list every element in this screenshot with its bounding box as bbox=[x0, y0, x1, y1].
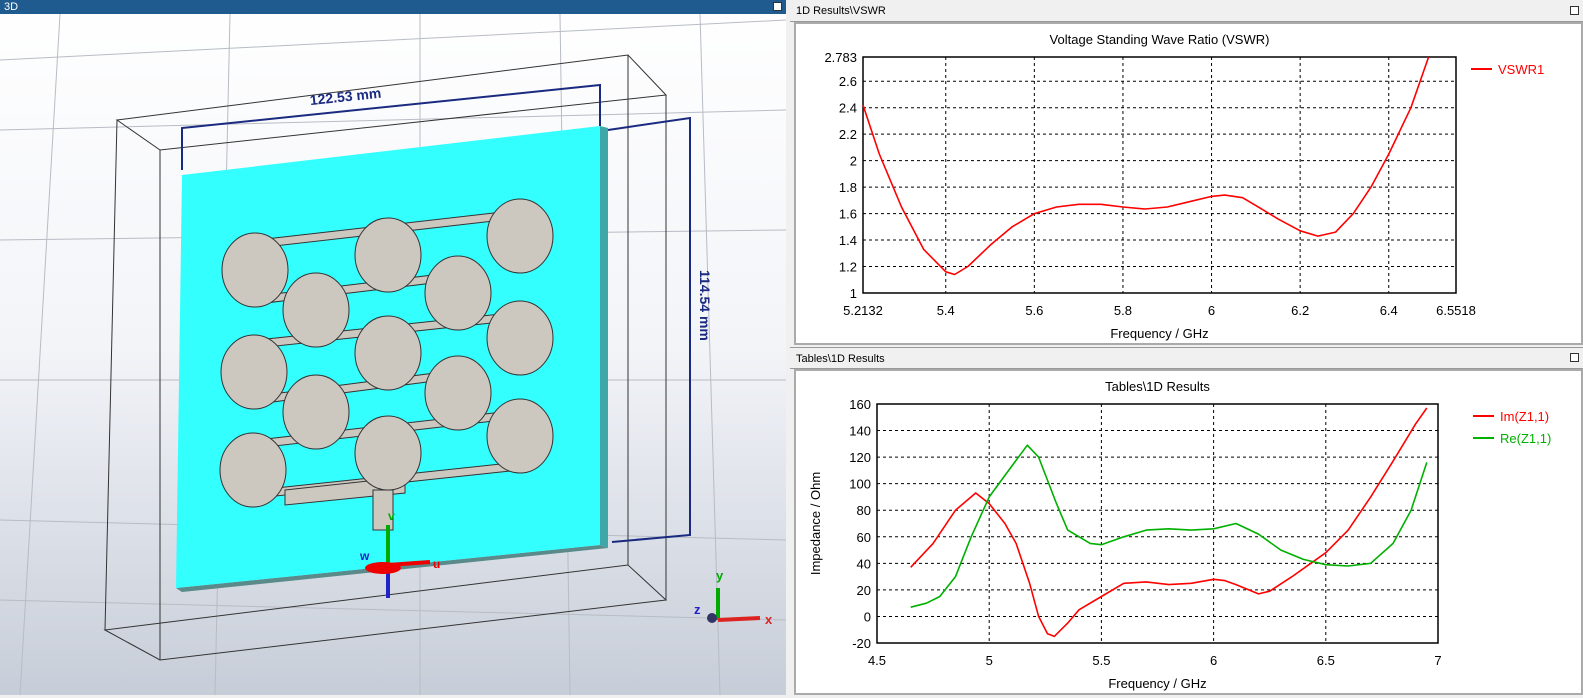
w-axis-label: w bbox=[359, 549, 370, 563]
x-tick-label: 5.8 bbox=[1114, 303, 1132, 318]
vswr-pane-title: 1D Results\VSWR bbox=[790, 0, 1583, 22]
u-axis-label: u bbox=[433, 557, 440, 571]
legend-label: Re(Z1,1) bbox=[1500, 431, 1551, 446]
y-tick-label: 0 bbox=[864, 609, 871, 624]
y-axis-title: Impedance / Ohm bbox=[808, 472, 823, 575]
impedance-plot-panel[interactable]: Tables\1D Results 4.5 5 5.5 6 6.5 7 -20 0 20 40 60 8… bbox=[794, 369, 1583, 695]
y-tick-label: 2.2 bbox=[839, 127, 857, 142]
y-tick-label: 2 bbox=[850, 154, 857, 169]
x-axis-title: Frequency / GHz bbox=[1108, 676, 1206, 691]
y-tick-label: 160 bbox=[849, 397, 871, 412]
x-tick-label: 5 bbox=[986, 653, 993, 668]
maximize-button[interactable] bbox=[773, 2, 782, 11]
substrate-side bbox=[600, 126, 608, 548]
3d-view[interactable]: 3D 122.53 mm 114.54 mm v u w y x z bbox=[0, 0, 786, 695]
y-tick-label: 2.4 bbox=[839, 101, 857, 116]
y-tick-label: 140 bbox=[849, 424, 871, 439]
x-tick-label: 6.4 bbox=[1380, 303, 1398, 318]
x-tick-label: 6.5518 bbox=[1436, 303, 1476, 318]
tables-pane-title: Tables\1D Results bbox=[790, 347, 1583, 369]
chart-title: Voltage Standing Wave Ratio (VSWR) bbox=[1050, 32, 1270, 47]
v-axis-label: v bbox=[388, 509, 395, 523]
y-axis-label: y bbox=[716, 568, 724, 583]
x-tick-label: 5.6 bbox=[1025, 303, 1043, 318]
y-tick-label: -20 bbox=[852, 636, 871, 651]
y-tick-label: 20 bbox=[857, 583, 871, 598]
y-tick-label: 2.6 bbox=[839, 74, 857, 89]
x-tick-label: 5.5 bbox=[1092, 653, 1110, 668]
y-tick-label: 120 bbox=[849, 450, 871, 465]
3d-pane-title: 3D bbox=[0, 0, 786, 14]
legend-label: VSWR1 bbox=[1498, 62, 1544, 77]
height-dimension-label: 114.54 mm bbox=[697, 270, 713, 341]
x-tick-label: 5.4 bbox=[937, 303, 955, 318]
x-axis-label: x bbox=[765, 612, 773, 627]
y-tick-label: 1 bbox=[850, 286, 857, 301]
x-tick-label: 5.2132 bbox=[843, 303, 883, 318]
plot-frame bbox=[876, 403, 1439, 644]
x-tick-label: 6 bbox=[1208, 303, 1215, 318]
x-tick-label: 6.2 bbox=[1291, 303, 1309, 318]
series-line-imz11 bbox=[910, 407, 1428, 638]
x-tick-label: 7 bbox=[1434, 653, 1441, 668]
legend-label: Im(Z1,1) bbox=[1500, 409, 1549, 424]
x-tick-label: 6.5 bbox=[1317, 653, 1335, 668]
y-tick-label: 40 bbox=[857, 556, 871, 571]
x-axis-title: Frequency / GHz bbox=[1110, 326, 1208, 341]
width-dimension-label: 122.53 mm bbox=[309, 85, 382, 108]
impedance-chart[interactable]: Tables\1D Results 4.5 5 5.5 6 6.5 7 -20 0 20 40 60 8… bbox=[796, 371, 1581, 693]
x-tick-label: 6 bbox=[1210, 653, 1217, 668]
y-tick-label: 60 bbox=[857, 530, 871, 545]
x-tick-label: 4.5 bbox=[868, 653, 886, 668]
y-tick-label: 1.4 bbox=[839, 233, 857, 248]
vswr-maximize-button[interactable] bbox=[1570, 6, 1579, 15]
chart-title: Tables\1D Results bbox=[1105, 379, 1210, 394]
y-tick-label: 1.8 bbox=[839, 180, 857, 195]
series-line-vswr1 bbox=[862, 56, 1430, 276]
tables-maximize-button[interactable] bbox=[1570, 353, 1579, 362]
y-tick-label: 2.783 bbox=[824, 50, 857, 65]
z-axis-label: z bbox=[694, 602, 701, 617]
y-tick-label: 100 bbox=[849, 477, 871, 492]
3d-model-canvas[interactable]: 122.53 mm 114.54 mm v u w y x z bbox=[0, 14, 786, 695]
series-line-rez11 bbox=[910, 444, 1428, 608]
y-tick-label: 1.6 bbox=[839, 207, 857, 222]
y-tick-label: 1.2 bbox=[839, 260, 857, 275]
vswr-chart[interactable]: Voltage Standing Wave Ratio (VSWR) 5.2132… bbox=[796, 24, 1581, 343]
y-tick-label: 80 bbox=[857, 503, 871, 518]
plot-frame bbox=[862, 56, 1457, 294]
results-area: 1D Results\VSWR Voltage Standing Wave Ra… bbox=[790, 0, 1583, 695]
vswr-plot-panel[interactable]: Voltage Standing Wave Ratio (VSWR) 5.2132… bbox=[794, 22, 1583, 345]
